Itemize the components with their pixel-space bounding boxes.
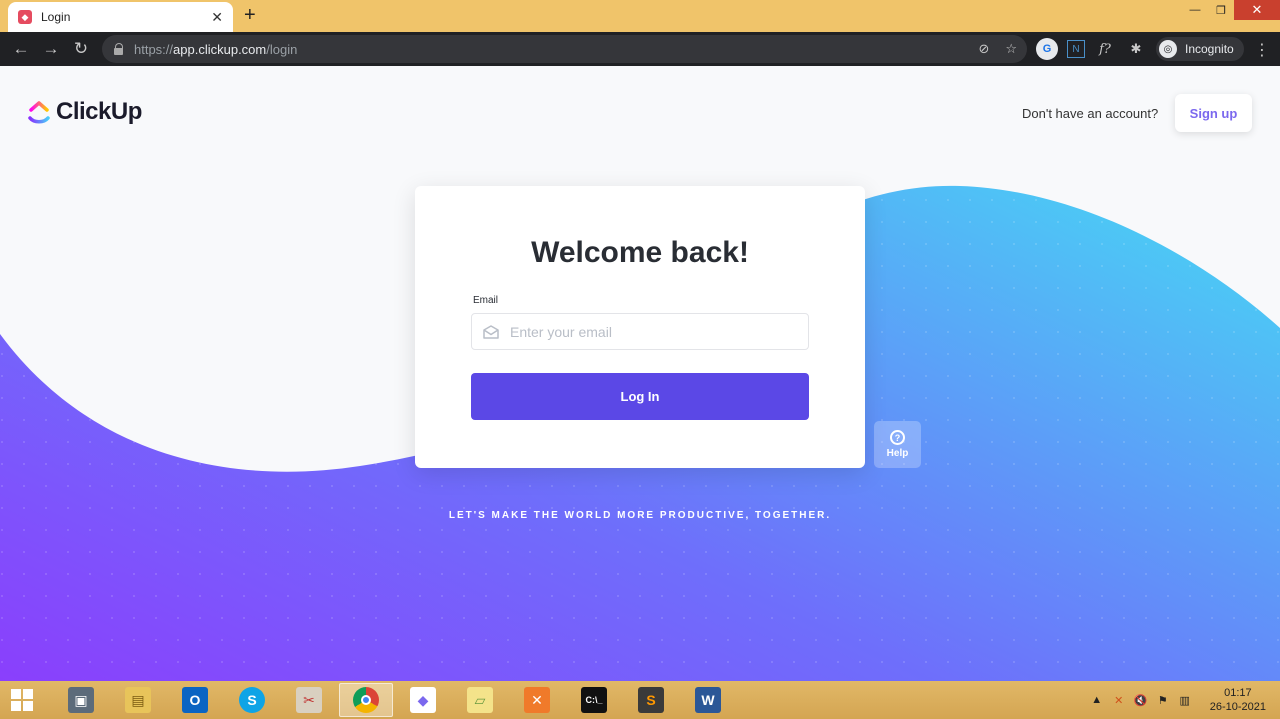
tab-title: Login — [41, 10, 71, 24]
minimize-icon[interactable]: — — [1182, 0, 1208, 20]
eye-off-icon[interactable]: ⊘ — [978, 41, 989, 57]
taskbar-app-xampp[interactable]: ✕ — [510, 683, 564, 717]
clock-time: 01:17 — [1224, 687, 1252, 699]
file-explorer-icon: ▤ — [125, 687, 151, 713]
sticky-notes-icon: ▱ — [467, 687, 493, 713]
email-input[interactable] — [510, 323, 800, 340]
skype-icon: S — [239, 687, 265, 713]
email-field[interactable] — [471, 313, 809, 350]
clock-date: 26-10-2021 — [1209, 701, 1266, 713]
window-controls: — ❐ ✕ — [1182, 0, 1280, 20]
taskbar-app-clickup[interactable]: ◆ — [396, 683, 450, 717]
sublime-text-icon: S — [638, 687, 664, 713]
no-account-text: Don't have an account? — [1022, 106, 1159, 121]
network-icon[interactable]: ▥ — [1178, 693, 1192, 707]
email-label: Email — [473, 295, 499, 306]
help-question-icon: ? — [890, 430, 905, 445]
system-tray: ▲ ✕ 🔇 ⚑ ▥ 01:17 26-10-2021 — [1090, 681, 1280, 719]
clickup-favicon-icon: ◆ — [18, 10, 32, 24]
restore-icon[interactable]: ❐ — [1208, 0, 1234, 20]
taskbar-app-notes[interactable]: ▱ — [453, 683, 507, 717]
browser-tabstrip: ◆ Login ✕ + — ❐ ✕ — [0, 0, 1280, 32]
help-button[interactable]: ? Help — [874, 421, 921, 468]
extension-n-icon[interactable]: N — [1067, 40, 1085, 58]
taskbar-app-sublime[interactable]: S — [624, 683, 678, 717]
extensions-puzzle-icon[interactable]: ✱ — [1125, 38, 1147, 60]
volume-muted-icon[interactable]: 🔇 — [1134, 693, 1148, 707]
signup-button[interactable]: Sign up — [1175, 94, 1252, 132]
snipping-tool-icon: ✂ — [296, 687, 322, 713]
taskbar-app-chrome[interactable] — [339, 683, 393, 717]
welcome-title: Welcome back! — [531, 236, 749, 269]
help-label: Help — [886, 448, 909, 459]
windows-logo-icon — [11, 689, 33, 711]
window-close-icon[interactable]: ✕ — [1234, 0, 1280, 20]
taskbar-app-skype[interactable]: S — [225, 683, 279, 717]
forward-arrow-icon[interactable]: → — [36, 34, 66, 64]
incognito-badge[interactable]: ◎ Incognito — [1156, 37, 1244, 61]
url-scheme: https:// — [134, 41, 174, 57]
clickup-logo-icon — [28, 101, 50, 124]
url-host: app.clickup.com — [173, 41, 267, 57]
login-button[interactable]: Log In — [471, 373, 809, 420]
browser-tab[interactable]: ◆ Login ✕ — [8, 2, 233, 32]
taskbar-app-snipping[interactable]: ✂ — [282, 683, 336, 717]
taskbar-app-word[interactable]: W — [681, 683, 735, 717]
chrome-icon — [353, 687, 379, 713]
browser-toolbar: ← → ↻ https://app.clickup.com/login ⊘ ☆ … — [0, 32, 1280, 66]
taskbar-app-remote[interactable]: ▣ — [54, 683, 108, 717]
lock-icon — [114, 43, 124, 55]
taskbar-app-explorer[interactable]: ▤ — [111, 683, 165, 717]
clickup-logo[interactable]: ClickUp — [28, 98, 142, 126]
new-tab-button[interactable]: + — [244, 4, 256, 26]
url-path: /login — [266, 41, 298, 57]
login-page: ClickUp Don't have an account? Sign up W… — [0, 66, 1280, 681]
login-card: Welcome back! Email Log In — [415, 186, 865, 468]
taskbar-app-outlook[interactable]: O — [168, 683, 222, 717]
address-bar[interactable]: https://app.clickup.com/login ⊘ ☆ — [102, 35, 1027, 63]
envelope-icon — [483, 324, 499, 339]
incognito-icon: ◎ — [1159, 40, 1177, 58]
outlook-icon: O — [182, 687, 208, 713]
action-center-flag-icon[interactable]: ⚑ — [1156, 693, 1170, 707]
word-icon: W — [695, 687, 721, 713]
browser-menu-icon[interactable]: ⋮ — [1254, 40, 1270, 60]
taskbar-clock[interactable]: 01:17 26-10-2021 — [1210, 686, 1266, 714]
taskbar-app-cmd[interactable]: C:\_ — [567, 683, 621, 717]
reload-icon[interactable]: ↻ — [66, 34, 96, 64]
start-button[interactable] — [0, 681, 44, 719]
show-hidden-icons-icon[interactable]: ▲ — [1090, 693, 1104, 707]
bookmark-star-icon[interactable]: ☆ — [1005, 41, 1017, 57]
tab-close-icon[interactable]: ✕ — [211, 9, 223, 26]
remote-desktop-icon: ▣ — [68, 687, 94, 713]
incognito-label: Incognito — [1185, 42, 1234, 56]
formula-extension-icon[interactable]: f? — [1094, 38, 1116, 60]
google-translate-icon[interactable]: G — [1036, 38, 1058, 60]
tagline: LET'S MAKE THE WORLD MORE PRODUCTIVE, TO… — [448, 510, 832, 521]
brand-name: ClickUp — [56, 98, 142, 125]
command-prompt-icon: C:\_ — [581, 687, 607, 713]
clickup-app-icon: ◆ — [410, 687, 436, 713]
xampp-icon: ✕ — [524, 687, 550, 713]
xampp-tray-icon[interactable]: ✕ — [1112, 693, 1126, 707]
windows-taskbar: ▣ ▤ O S ✂ ◆ ▱ ✕ C:\_ S W ▲ ✕ 🔇 ⚑ ▥ 01:17… — [0, 681, 1280, 719]
back-arrow-icon[interactable]: ← — [6, 34, 36, 64]
